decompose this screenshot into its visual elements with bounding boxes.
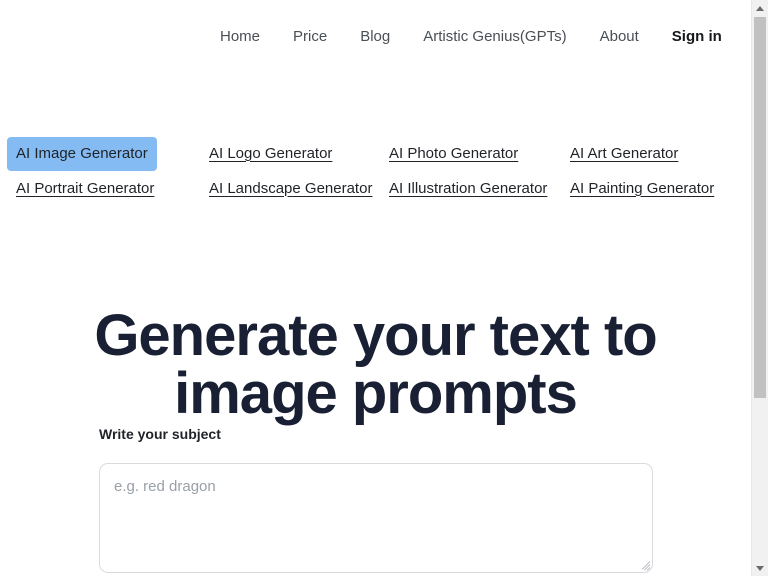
category-cell: AI Art Generator <box>570 144 736 164</box>
category-cell: AI Landscape Generator <box>209 179 389 199</box>
nav-item-blog[interactable]: Blog <box>360 27 390 47</box>
subject-input-placeholder: e.g. red dragon <box>114 478 216 495</box>
category-link-ai-image-generator[interactable]: AI Image Generator <box>7 136 157 171</box>
page-title-line-2: image prompts <box>174 360 578 426</box>
page-title: Generate your text to image prompts <box>0 302 751 426</box>
category-cell: AI Logo Generator <box>209 144 389 164</box>
nav-list: Home Price Blog Artistic Genius(GPTs) Ab… <box>0 22 751 52</box>
category-link-ai-photo-generator[interactable]: AI Photo Generator <box>389 144 518 164</box>
scroll-down-arrow-icon[interactable] <box>752 559 768 576</box>
category-cell: AI Painting Generator <box>570 179 736 199</box>
category-cell: AI Portrait Generator <box>16 179 209 199</box>
category-link-ai-logo-generator[interactable]: AI Logo Generator <box>209 144 332 164</box>
nav-item-artistic-genius-gpts[interactable]: Artistic Genius(GPTs) <box>423 27 566 47</box>
category-cell: AI Photo Generator <box>389 144 570 164</box>
nav-item-home[interactable]: Home <box>220 27 260 47</box>
prompt-form: Write your subject e.g. red dragon <box>99 424 653 573</box>
page-viewport: Home Price Blog Artistic Genius(GPTs) Ab… <box>0 0 751 576</box>
nav-item-sign-in[interactable]: Sign in <box>672 27 722 47</box>
nav-item-about[interactable]: About <box>600 27 639 47</box>
resize-handle-icon[interactable] <box>637 557 651 571</box>
subject-input-wrapper[interactable]: e.g. red dragon <box>99 463 653 573</box>
category-link-ai-portrait-generator[interactable]: AI Portrait Generator <box>16 179 154 199</box>
generator-category-links: AI Image Generator AI Logo Generator AI … <box>7 136 736 206</box>
scroll-up-arrow-icon[interactable] <box>752 0 768 17</box>
category-link-ai-illustration-generator[interactable]: AI Illustration Generator <box>389 179 547 199</box>
subject-field-label: Write your subject <box>99 426 221 442</box>
category-row: AI Portrait Generator AI Landscape Gener… <box>16 171 736 206</box>
vertical-scrollbar[interactable] <box>751 0 768 576</box>
category-link-ai-landscape-generator[interactable]: AI Landscape Generator <box>209 179 372 199</box>
page-title-line-1: Generate your text to <box>94 302 657 368</box>
scrollbar-thumb[interactable] <box>754 17 766 398</box>
nav-item-price[interactable]: Price <box>293 27 327 47</box>
category-cell: AI Illustration Generator <box>389 179 570 199</box>
category-link-ai-painting-generator[interactable]: AI Painting Generator <box>570 179 714 199</box>
top-navigation: Home Price Blog Artistic Genius(GPTs) Ab… <box>0 22 751 52</box>
category-row: AI Image Generator AI Logo Generator AI … <box>7 136 736 171</box>
category-link-ai-art-generator[interactable]: AI Art Generator <box>570 144 678 164</box>
category-cell: AI Image Generator <box>7 136 209 171</box>
